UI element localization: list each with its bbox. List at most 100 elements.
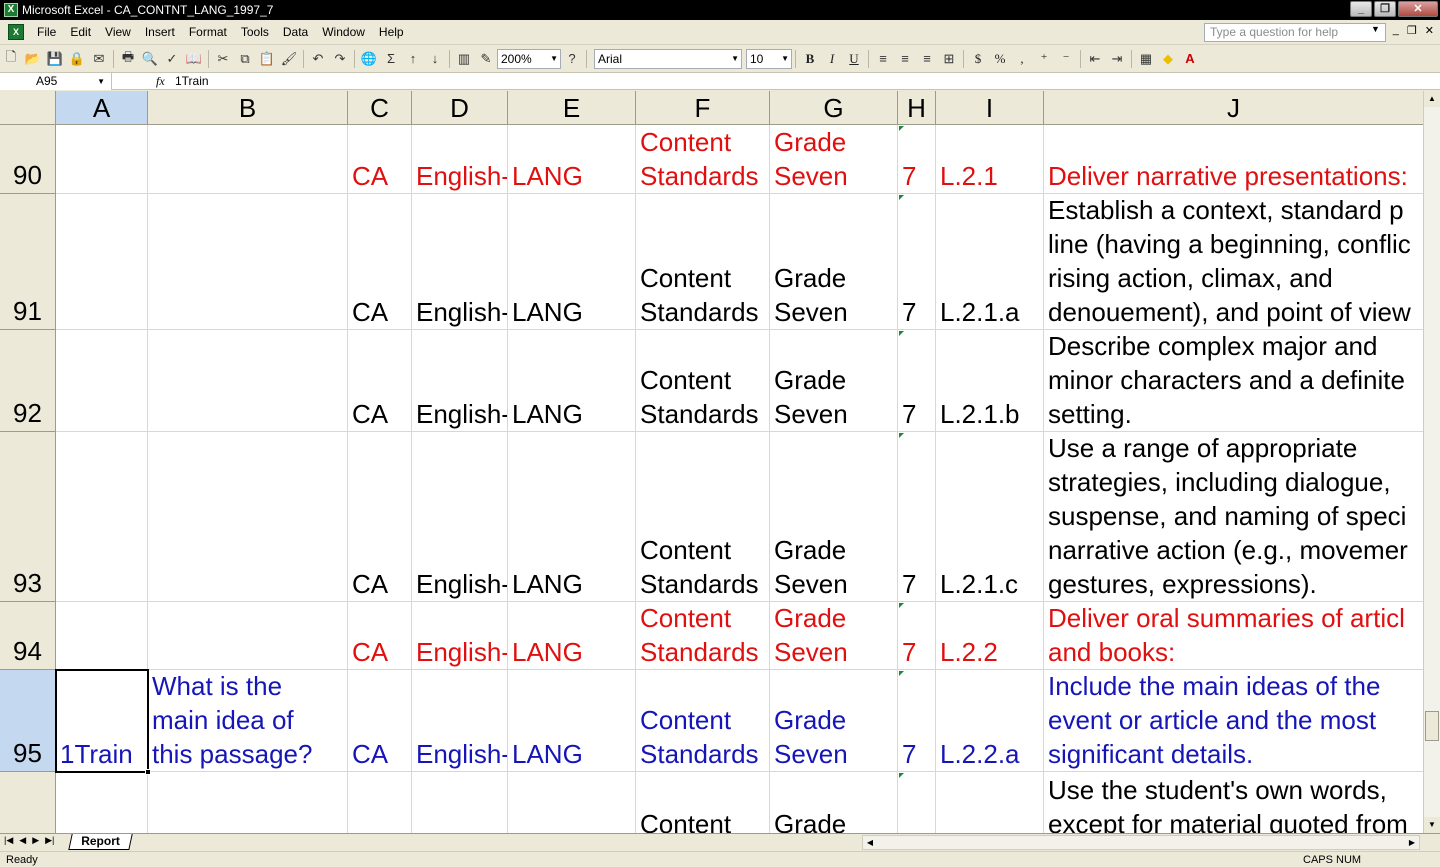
doc-minimize-button[interactable]: _	[1393, 24, 1399, 37]
cell-c[interactable]: CA	[348, 194, 412, 330]
paste-icon[interactable]: 📋	[256, 48, 278, 70]
cell-d[interactable]: English-	[412, 432, 508, 602]
row-header[interactable]: 90	[0, 125, 56, 194]
column-header-g[interactable]: G	[770, 91, 898, 125]
merge-center-icon[interactable]: ⊞	[938, 48, 960, 70]
column-header-h[interactable]: H	[898, 91, 936, 125]
close-button[interactable]: ✕	[1398, 1, 1438, 17]
column-header-f[interactable]: F	[636, 91, 770, 125]
cell-f[interactable]: Content Standards	[636, 602, 770, 670]
row-header[interactable]: 92	[0, 330, 56, 432]
permission-icon[interactable]: 🔒	[66, 48, 88, 70]
row-header[interactable]: 95	[0, 670, 56, 772]
cell-d[interactable]: English-	[412, 670, 508, 772]
align-center-icon[interactable]: ≡	[894, 48, 916, 70]
menu-help[interactable]: Help	[372, 22, 411, 42]
cell-h[interactable]: 7	[898, 330, 936, 432]
help-search-input[interactable]: Type a question for help	[1204, 23, 1386, 42]
cell-h[interactable]: 7	[898, 670, 936, 772]
scroll-down-icon[interactable]: ▼	[1424, 817, 1440, 833]
increase-decimal-icon[interactable]: ⁺	[1033, 48, 1055, 70]
cell-h[interactable]: 7	[898, 602, 936, 670]
cell-f[interactable]: Content	[636, 772, 770, 833]
cell-e[interactable]: LANG	[508, 330, 636, 432]
hyperlink-icon[interactable]: 🌐	[358, 48, 380, 70]
cell-b[interactable]	[148, 772, 348, 833]
cut-icon[interactable]: ✂	[212, 48, 234, 70]
cell-j[interactable]: Include the main ideas of the event or a…	[1044, 670, 1423, 772]
error-indicator-icon[interactable]	[899, 126, 904, 131]
cell-a[interactable]	[56, 125, 148, 194]
cell-j[interactable]: Use the student's own words, except for …	[1044, 772, 1423, 833]
format-painter-icon[interactable]: 🖌	[278, 48, 300, 70]
workbook-icon[interactable]: X	[8, 24, 24, 40]
cell-e[interactable]: LANG	[508, 670, 636, 772]
cell-b[interactable]	[148, 602, 348, 670]
cell-f[interactable]: Content Standards	[636, 670, 770, 772]
cell-e[interactable]	[508, 772, 636, 833]
spelling-icon[interactable]: ✓	[161, 48, 183, 70]
cell-i[interactable]: L.2.1.b	[936, 330, 1044, 432]
drawing-icon[interactable]: ✎	[475, 48, 497, 70]
cell-a[interactable]	[56, 330, 148, 432]
font-size-select[interactable]: 10 ▼	[746, 48, 792, 69]
autosum-icon[interactable]: Σ	[380, 48, 402, 70]
cell-c[interactable]: CA	[348, 432, 412, 602]
menu-data[interactable]: Data	[276, 22, 315, 42]
insert-function-icon[interactable]: fx	[156, 73, 165, 89]
sheet-tab-report[interactable]: Report	[68, 834, 133, 850]
menu-file[interactable]: File	[30, 22, 63, 42]
cell-g[interactable]: Grade Seven	[770, 330, 898, 432]
cell-c[interactable]: CA	[348, 330, 412, 432]
sort-descending-icon[interactable]: ↓	[424, 48, 446, 70]
cell-g[interactable]: Grade Seven	[770, 602, 898, 670]
error-indicator-icon[interactable]	[899, 195, 904, 200]
sort-ascending-icon[interactable]: ↑	[402, 48, 424, 70]
scroll-left-icon[interactable]: ◀	[863, 836, 877, 849]
row-header[interactable]: 93	[0, 432, 56, 602]
cell-b[interactable]: What is the main idea of this passage?	[148, 670, 348, 772]
error-indicator-icon[interactable]	[899, 603, 904, 608]
cell-b[interactable]	[148, 432, 348, 602]
cell-f[interactable]: Content Standards	[636, 330, 770, 432]
vertical-scrollbar[interactable]: ▲ ▼	[1423, 91, 1440, 833]
fill-color-icon[interactable]: ◆	[1157, 48, 1179, 70]
cell-g[interactable]: Grade Seven	[770, 432, 898, 602]
cell-i[interactable]: L.2.1	[936, 125, 1044, 194]
cell-a[interactable]	[56, 772, 148, 833]
scroll-right-icon[interactable]: ▶	[1405, 836, 1419, 849]
error-indicator-icon[interactable]	[899, 433, 904, 438]
formula-input[interactable]: 1Train	[175, 73, 209, 89]
cell-h[interactable]: 7	[898, 194, 936, 330]
cell-j[interactable]: Deliver oral summaries of articl and boo…	[1044, 602, 1423, 670]
cell-d[interactable]: English-	[412, 330, 508, 432]
doc-restore-button[interactable]: ❐	[1407, 24, 1417, 37]
decrease-decimal-icon[interactable]: ⁻	[1055, 48, 1077, 70]
cell-d[interactable]: English-	[412, 125, 508, 194]
menu-window[interactable]: Window	[315, 22, 372, 42]
cell-b[interactable]	[148, 125, 348, 194]
cell-b[interactable]	[148, 330, 348, 432]
cell-g[interactable]: Grade Seven	[770, 194, 898, 330]
align-right-icon[interactable]: ≡	[916, 48, 938, 70]
cell-c[interactable]	[348, 772, 412, 833]
open-icon[interactable]: 📂	[22, 48, 44, 70]
cell-j[interactable]: Describe complex major and minor charact…	[1044, 330, 1423, 432]
research-icon[interactable]: 📖	[183, 48, 205, 70]
scroll-thumb[interactable]	[1425, 711, 1439, 741]
column-header-b[interactable]: B	[148, 91, 348, 125]
column-header-j[interactable]: J	[1044, 91, 1423, 125]
column-header-i[interactable]: I	[936, 91, 1044, 125]
undo-icon[interactable]: ↶	[307, 48, 329, 70]
bold-button[interactable]: B	[799, 48, 821, 70]
column-header-d[interactable]: D	[412, 91, 508, 125]
menu-view[interactable]: View	[98, 22, 138, 42]
cell-c[interactable]: CA	[348, 125, 412, 194]
chevron-down-icon[interactable]: ▼	[1371, 24, 1380, 34]
prev-sheet-icon[interactable]: ◀	[19, 835, 26, 846]
percent-button[interactable]: %	[989, 48, 1011, 70]
cell-a[interactable]	[56, 432, 148, 602]
decrease-indent-icon[interactable]: ⇤	[1084, 48, 1106, 70]
cell-e[interactable]: LANG	[508, 432, 636, 602]
cell-h[interactable]: 7	[898, 125, 936, 194]
